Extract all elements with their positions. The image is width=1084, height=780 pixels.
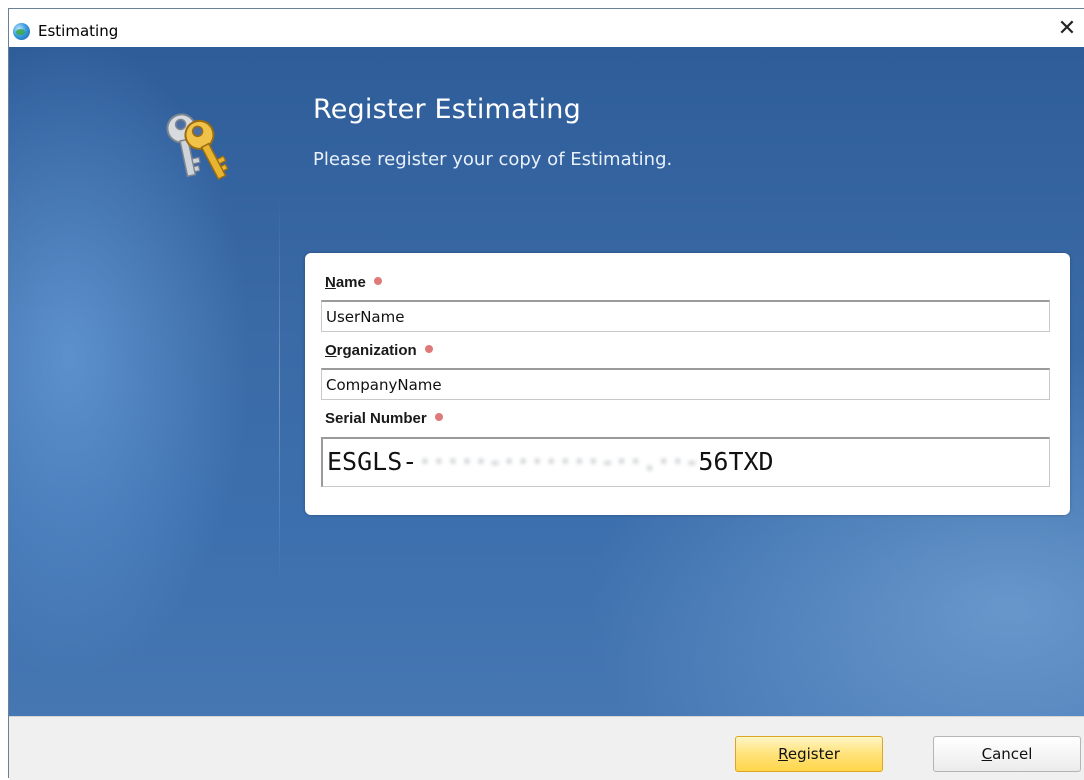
name-label: Name [325,274,382,291]
dialog-footer: Register Cancel [9,716,1084,780]
serial-number-label: Serial Number [325,410,443,427]
register-button[interactable]: Register [735,736,883,772]
cancel-button[interactable]: Cancel [933,736,1081,772]
organization-label-text: rganization [336,342,417,359]
serial-prefix: ESGLS- [327,447,418,476]
register-label: egister [787,745,840,763]
serial-suffix: 56TXD [698,447,774,476]
organization-field[interactable] [321,368,1050,400]
name-label-access-key: N [325,274,336,291]
serial-obscured: ·····-·······-··.··- [417,447,699,476]
globe-icon [13,23,30,40]
register-dialog: Estimating ✕ Register Estimating Please … [8,8,1084,780]
organization-label-access-key: O [325,342,337,359]
page-subtitle: Please register your copy of Estimating. [313,149,673,170]
register-access-key: R [778,745,788,763]
name-label-text: ame [335,274,366,291]
dialog-content: Register Estimating Please register your… [9,47,1084,716]
serial-number-field[interactable]: ESGLS-·····-·······-··.··-56TXD [321,437,1050,487]
window-title: Estimating [38,22,119,40]
cancel-access-key: C [981,745,993,763]
cancel-label: ancel [992,745,1033,763]
registration-form: Name Organization Serial Number ESGLS-··… [305,253,1070,515]
required-indicator [373,277,382,285]
required-indicator [424,345,433,353]
title-bar[interactable]: Estimating ✕ [9,9,1084,47]
page-title: Register Estimating [313,94,581,125]
close-button[interactable]: ✕ [1050,13,1084,45]
organization-label: Organization [325,342,433,359]
required-indicator [434,413,443,421]
name-field[interactable] [321,300,1050,332]
serial-number-label-text: Serial Number [325,410,427,427]
divider [279,197,280,587]
keys-icon [166,113,229,181]
